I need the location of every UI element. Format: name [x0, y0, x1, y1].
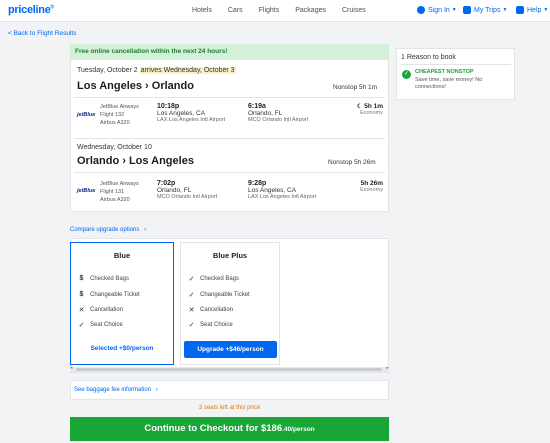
scroll-left-arrow-icon: ◂ [70, 365, 73, 371]
scrollbar-thumb[interactable] [76, 368, 382, 371]
divider [74, 97, 385, 98]
fare-feature: $ Changeable Ticket [77, 291, 140, 298]
nav-hotels[interactable]: Hotels [192, 7, 212, 14]
seats-left-notice: 3 seats left at this price [198, 405, 261, 411]
return-summary: Nonstop 5h 26m [328, 159, 376, 166]
fare-feature: ✓ Changeable Ticket [188, 292, 250, 299]
user-icon [417, 6, 425, 14]
fare-feature: ✓ Seat Choice [78, 322, 123, 329]
reasons-title: 1 Reason to book [401, 54, 456, 61]
arrival-date-note: arrives Wednesday, October 3 [139, 67, 236, 74]
fare-feature: ✕ Cancellation [78, 307, 124, 314]
upgrade-fare-button[interactable]: Upgrade +$46/person [184, 341, 277, 358]
suitcase-icon [463, 6, 471, 14]
compare-upgrade-options-link[interactable]: Compare upgrade options › [70, 227, 146, 233]
chevron-right-icon: › [155, 387, 158, 393]
jetblue-logo: jetBlue [77, 188, 96, 194]
fare-feature: ✕ Cancellation [188, 307, 234, 314]
outbound-summary: Nonstop 5h 1m [333, 84, 378, 91]
free-cancellation-banner: Free online cancellation within the next… [70, 44, 389, 60]
fare-name: Blue Plus [212, 251, 248, 260]
divider [401, 64, 511, 65]
return-flight-info: JetBlue Airways Flight 131 Airbus A320 [100, 181, 139, 203]
nav-packages[interactable]: Packages [295, 7, 326, 14]
nav-cars[interactable]: Cars [228, 7, 243, 14]
check-icon: ✓ [188, 322, 195, 329]
outbound-route: Los Angeles › Orlando [77, 80, 194, 92]
outbound-duration: ☾ 5h 1m Economy [357, 103, 383, 116]
return-duration: 5h 26m Economy [360, 180, 383, 193]
check-icon: ✓ [78, 322, 85, 329]
baggage-fee-info-link[interactable]: See baggage fee information › [74, 387, 158, 393]
return-date: Wednesday, October 10 [77, 144, 152, 151]
outbound-flight-info: JetBlue Airways Flight 132 Airbus A320 [100, 104, 139, 126]
reason-text: Save time, save money! No connections! [415, 77, 483, 90]
nav-flights[interactable]: Flights [259, 7, 280, 14]
fare-feature: $ Checked Bags [77, 275, 129, 282]
fare-name: Blue [113, 251, 131, 260]
main-nav: Hotels Cars Flights Packages Cruises [192, 7, 382, 14]
scroll-right-arrow-icon: ▸ [386, 365, 389, 371]
return-departure: 7:02p Orlando, FL MCO Orlando Intl Airpo… [157, 180, 218, 200]
check-icon: ✓ [188, 276, 195, 283]
jetblue-logo: jetBlue [77, 112, 96, 118]
x-icon: ✕ [78, 307, 85, 314]
check-icon: ✓ [188, 292, 195, 299]
fare-card-blue-plus[interactable]: Blue Plus ✓ Checked Bags ✓ Changeable Tick… [180, 242, 280, 365]
fare-card-blue[interactable]: Blue $ Checked Bags $ Changeable Ticket ✕ C… [70, 242, 174, 365]
top-navigation-bar: priceline® Hotels Cars Flights Packages … [0, 0, 550, 22]
my-trips-button[interactable]: My Trips ▼ [463, 6, 507, 14]
fare-feature: ✓ Checked Bags [188, 276, 240, 283]
help-button[interactable]: Help ▼ [516, 6, 548, 14]
chevron-down-icon: ▼ [451, 7, 457, 13]
fare-options-scrollbar[interactable]: ◂ ▸ [70, 365, 389, 372]
check-circle-icon: ✓ [402, 70, 411, 79]
reasons-to-book-panel: 1 Reason to book ✓ CHEAPEST NONSTOP Save… [396, 48, 515, 100]
dollar-icon: $ [79, 291, 84, 298]
return-arrival: 9:28p Los Angeles, CA LAX Los Angeles In… [248, 180, 317, 200]
chevron-down-icon: ▼ [502, 7, 508, 13]
selected-fare-button[interactable]: Selected +$0/person [71, 345, 173, 352]
divider [74, 172, 385, 173]
chevron-right-icon: › [144, 227, 147, 233]
outbound-arrival: 6:19a Orlando, FL MCO Orlando Intl Airpo… [248, 103, 309, 123]
return-route: Orlando › Los Angeles [77, 155, 194, 167]
x-icon: ✕ [188, 307, 195, 314]
chevron-down-icon: ▼ [543, 7, 549, 13]
dollar-icon: $ [79, 275, 84, 282]
sign-in-button[interactable]: Sign In ▼ [417, 6, 457, 14]
reason-heading: CHEAPEST NONSTOP [415, 69, 474, 75]
divider [74, 138, 385, 139]
outbound-departure: 10:18p Los Angeles, CA LAX Los Angeles I… [157, 103, 226, 123]
fare-feature: ✓ Seat Choice [188, 322, 233, 329]
help-icon [516, 6, 524, 14]
continue-to-checkout-button[interactable]: Continue to Checkout for $186.40/person [70, 417, 389, 441]
outbound-date: Tuesday, October 2 arrives Wednesday, Oc… [77, 67, 236, 74]
nav-cruises[interactable]: Cruises [342, 7, 366, 14]
priceline-logo[interactable]: priceline® [8, 4, 54, 16]
back-to-flight-results-link[interactable]: < Back to Flight Results [8, 30, 76, 37]
